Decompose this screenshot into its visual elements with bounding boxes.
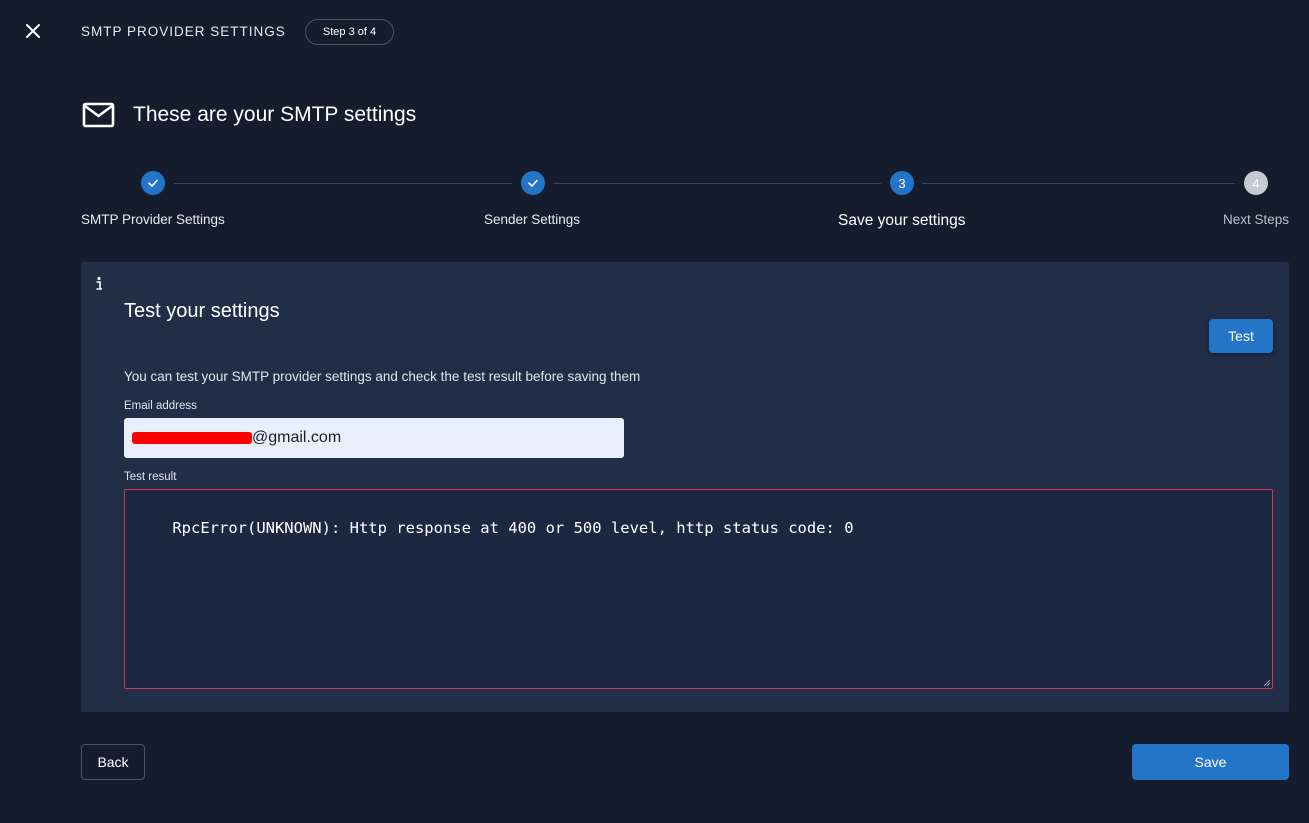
email-input[interactable]: @gmail.com bbox=[124, 418, 624, 458]
page-heading: These are your SMTP settings bbox=[82, 100, 416, 130]
step-4-marker: 4 bbox=[1244, 171, 1268, 195]
test-result-label: Test result bbox=[124, 471, 177, 483]
step-4-label: Next Steps bbox=[1223, 212, 1290, 227]
resize-grip-icon[interactable] bbox=[1262, 678, 1271, 687]
step-3-marker: 3 bbox=[890, 171, 914, 195]
close-button[interactable] bbox=[22, 20, 44, 42]
test-result-textarea[interactable]: RpcError(UNKNOWN): Http response at 400 … bbox=[124, 489, 1273, 689]
info-icon bbox=[96, 276, 102, 290]
card-title: Test your settings bbox=[124, 300, 280, 322]
test-settings-card: Test your settings Test You can test you… bbox=[81, 262, 1289, 712]
close-icon bbox=[26, 24, 40, 38]
card-description: You can test your SMTP provider settings… bbox=[124, 369, 641, 384]
page-title: These are your SMTP settings bbox=[133, 103, 417, 126]
step-1-check-icon bbox=[141, 171, 165, 195]
email-label: Email address bbox=[124, 400, 197, 412]
step-1-label: SMTP Provider Settings bbox=[81, 212, 225, 227]
step-indicator-badge: Step 3 of 4 bbox=[305, 19, 394, 45]
step-2-check-icon bbox=[521, 171, 545, 195]
test-button[interactable]: Test bbox=[1209, 319, 1273, 353]
stepper-connector bbox=[553, 183, 881, 184]
mail-icon bbox=[82, 102, 115, 128]
back-button[interactable]: Back bbox=[81, 744, 145, 780]
header-title: SMTP PROVIDER SETTINGS bbox=[81, 24, 286, 39]
redaction-mark bbox=[132, 432, 252, 444]
step-2-label: Sender Settings bbox=[484, 212, 581, 227]
test-result-text: RpcError(UNKNOWN): Http response at 400 … bbox=[172, 519, 854, 537]
stepper-connector bbox=[174, 183, 512, 184]
save-button[interactable]: Save bbox=[1132, 744, 1289, 780]
email-value: @gmail.com bbox=[252, 429, 342, 446]
step-3-label: Save your settings bbox=[838, 212, 966, 229]
stepper-connector bbox=[922, 183, 1235, 184]
